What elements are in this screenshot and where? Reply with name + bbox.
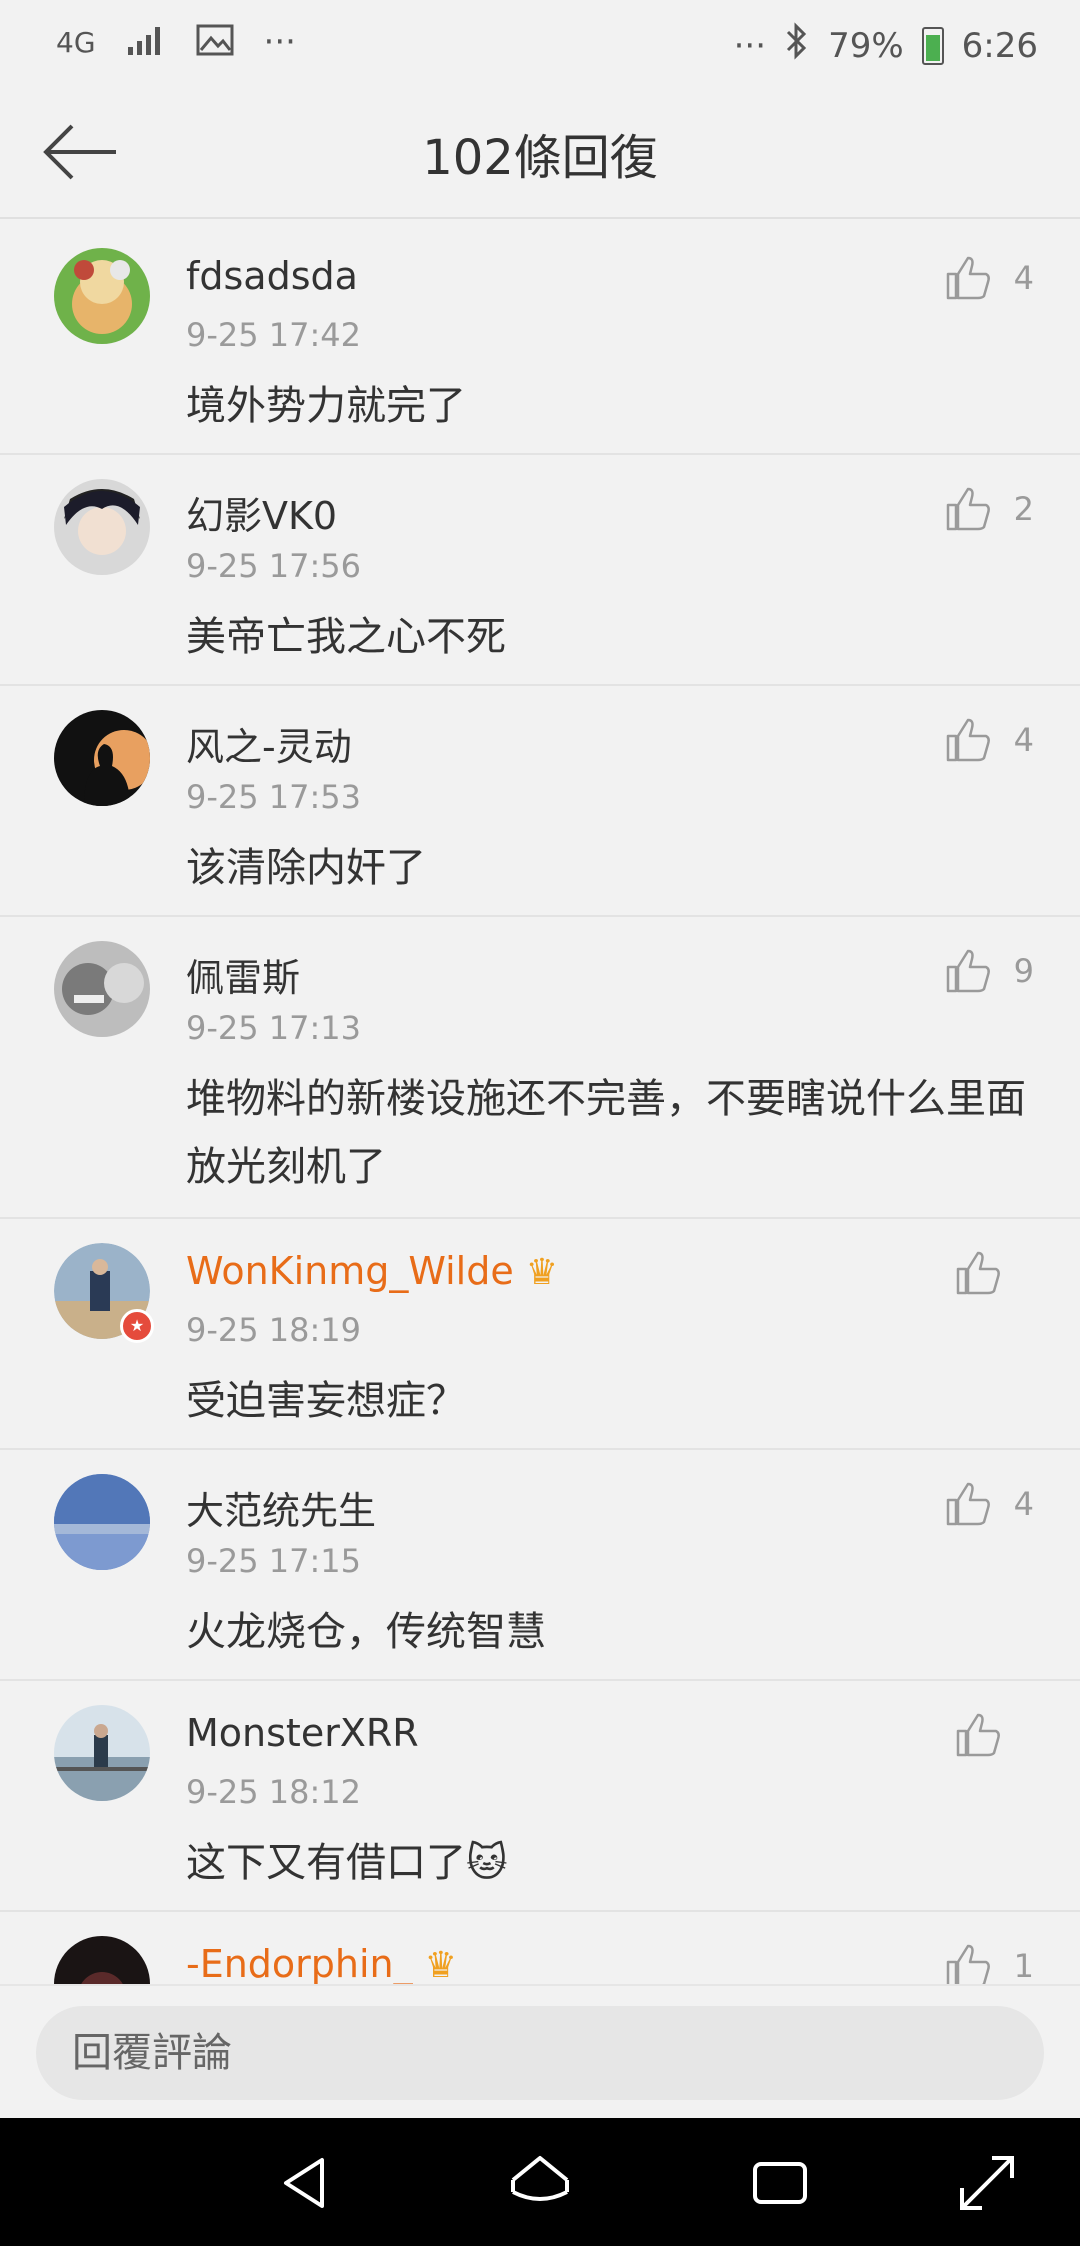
comment-timestamp: 9-25 17:15 [186, 1542, 362, 1580]
like-count: 1 [1013, 1947, 1034, 1984]
home-icon [511, 2156, 569, 2201]
comment-item[interactable]: 佩雷斯 9-25 17:13 堆物料的新楼设施还不完善，不要瞎说什么里面放光刻机… [0, 917, 1080, 1219]
like-count: 4 [1013, 721, 1034, 759]
thumbs-up-icon [946, 487, 990, 531]
comment-username[interactable]: -Endorphin_ ♛ [186, 1942, 457, 1984]
like-count: 9 [1013, 952, 1034, 990]
comment-item[interactable]: fdsadsda 9-25 17:42 境外势力就完了 4 [0, 224, 1080, 455]
system-nav-bar [0, 2118, 1080, 2246]
comment-text: 火龙烧仓，传统智慧 [186, 1609, 546, 1655]
like-count: 2 [1013, 490, 1034, 528]
comment-item[interactable]: 大范统先生 9-25 17:15 火龙烧仓，传统智慧 4 [0, 1450, 1080, 1681]
comment-item[interactable]: MonsterXRR 9-25 18:12 这下又有借口了🐱 [0, 1681, 1080, 1912]
thumbs-up-icon [956, 1251, 1000, 1295]
comment-item[interactable]: -Endorphin_ ♛ 1 [0, 1912, 1080, 1984]
comment-username[interactable]: 幻影VK0 [186, 485, 337, 540]
comment-list[interactable]: fdsadsda 9-25 17:42 境外势力就完了 4 幻影VK0 9-25… [0, 224, 1080, 1984]
vip-crown-icon: ♛ [424, 1945, 457, 1984]
comment-text: 受迫害妄想症？ [186, 1378, 466, 1424]
nav-expand-button[interactable] [952, 2148, 1022, 2218]
comment-item[interactable]: ★ WonKinmg_Wilde ♛ 9-25 18:19 受迫害妄想症？ [0, 1219, 1080, 1450]
comment-timestamp: 9-25 17:53 [186, 778, 362, 816]
like-button[interactable]: 2 [944, 485, 1034, 533]
like-count: 4 [1013, 259, 1034, 297]
comment-username[interactable]: fdsadsda [186, 254, 358, 298]
comment-item[interactable]: 幻影VK0 9-25 17:56 美帝亡我之心不死 2 [0, 455, 1080, 686]
comment-text: 美帝亡我之心不死 [186, 614, 506, 660]
recents-icon [753, 2162, 807, 2204]
comment-username[interactable]: 佩雷斯 [186, 947, 300, 1002]
comment-item[interactable]: 风之-灵动 9-25 17:53 该清除内奸了 4 [0, 686, 1080, 917]
like-button[interactable]: 4 [944, 254, 1034, 302]
comment-text: 境外势力就完了 [186, 383, 466, 429]
nav-back-button[interactable] [272, 2148, 342, 2218]
bluetooth-icon [784, 22, 810, 69]
comment-timestamp: 9-25 17:13 [186, 1009, 362, 1047]
header: 102條回復 [0, 90, 1080, 219]
avatar[interactable] [54, 1474, 150, 1570]
avatar[interactable] [54, 479, 150, 575]
avatar[interactable] [54, 1936, 150, 1984]
thumbs-up-icon [946, 1482, 990, 1526]
comment-timestamp: 9-25 17:56 [186, 547, 362, 585]
more-notifications-icon: ··· [263, 22, 296, 62]
signal-icon [126, 23, 166, 61]
expand-icon [960, 2156, 1014, 2210]
comment-username[interactable]: 大范统先生 [186, 1480, 376, 1535]
comment-text: 堆物料的新楼设施还不完善，不要瞎说什么里面放光刻机了 [186, 1076, 1026, 1190]
comment-username[interactable]: MonsterXRR [186, 1711, 419, 1755]
comment-timestamp: 9-25 18:19 [186, 1311, 362, 1349]
battery-percent: 79% [828, 25, 904, 66]
comment-text: 这下又有借口了🐱 [186, 1840, 508, 1886]
thumbs-up-icon [946, 256, 990, 300]
status-bar: 4G ··· ··· 79% 6:26 [0, 0, 1080, 90]
avatar[interactable] [54, 710, 150, 806]
like-button[interactable]: 4 [944, 1480, 1034, 1528]
like-button[interactable] [954, 1711, 1002, 1759]
page-title: 102條回復 [422, 130, 658, 186]
nav-home-button[interactable] [505, 2148, 575, 2218]
clock: 6:26 [961, 25, 1038, 66]
reply-input[interactable]: 回覆評論 [36, 2006, 1044, 2100]
avatar[interactable] [54, 941, 150, 1037]
reply-bar: 回覆評論 [0, 1984, 1080, 2120]
like-button[interactable]: 9 [944, 947, 1034, 995]
avatar[interactable]: ★ [54, 1243, 154, 1343]
network-indicator: 4G [56, 25, 96, 59]
triangle-back-icon [284, 2158, 324, 2208]
verified-badge-icon: ★ [120, 1309, 154, 1343]
image-notification-icon [196, 24, 234, 60]
avatar[interactable] [54, 1705, 150, 1801]
like-count: 4 [1013, 1485, 1034, 1523]
comment-username[interactable]: 风之-灵动 [186, 716, 352, 771]
nav-recents-button[interactable] [745, 2148, 815, 2218]
comment-username[interactable]: WonKinmg_Wilde ♛ [186, 1249, 558, 1293]
thumbs-up-icon [946, 1944, 990, 1984]
vip-crown-icon: ♛ [525, 1252, 559, 1293]
battery-icon [921, 26, 944, 65]
like-button[interactable]: 1 [944, 1942, 1034, 1984]
avatar[interactable] [54, 248, 150, 344]
username-text[interactable]: WonKinmg_Wilde [186, 1249, 514, 1293]
thumbs-up-icon [956, 1713, 1000, 1757]
thumbs-up-icon [946, 718, 990, 762]
more-status-icon: ··· [733, 25, 767, 66]
comment-text: 该清除内奸了 [186, 845, 426, 891]
username-text[interactable]: -Endorphin_ [186, 1942, 413, 1984]
thumbs-up-icon [946, 949, 990, 993]
like-button[interactable]: 4 [944, 716, 1034, 764]
comment-timestamp: 9-25 17:42 [186, 316, 362, 354]
like-button[interactable] [954, 1249, 1002, 1297]
comment-timestamp: 9-25 18:12 [186, 1773, 362, 1811]
